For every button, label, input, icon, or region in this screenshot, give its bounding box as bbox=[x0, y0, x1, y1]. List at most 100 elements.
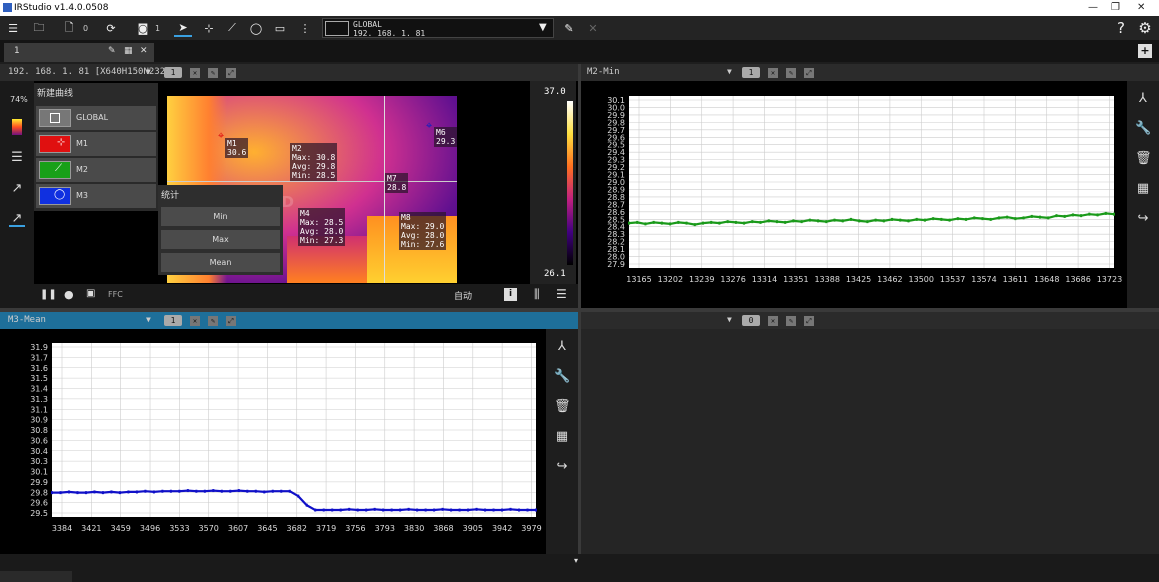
chart-icon[interactable]: ↗ bbox=[9, 181, 25, 197]
axis-icon[interactable]: ⅄ bbox=[554, 339, 570, 355]
pane-expand-icon[interactable]: ⤢ bbox=[226, 316, 236, 326]
pane-close-icon[interactable]: ✕ bbox=[768, 68, 778, 78]
tab-close-icon[interactable]: ✕ bbox=[140, 46, 148, 56]
record-icon[interactable]: ● bbox=[64, 288, 74, 301]
layer-label: M3 bbox=[76, 191, 88, 200]
x-tick-label: 3793 bbox=[375, 524, 395, 533]
thermal-view: 74% ☰ ↗ ↗ M1 30.6 M2 Max: 30.8 Avg: 29.8… bbox=[0, 81, 578, 308]
data-point bbox=[441, 507, 444, 511]
data-point bbox=[644, 222, 647, 226]
refresh-icon[interactable]: ⟳ bbox=[102, 19, 120, 37]
status-tab[interactable] bbox=[0, 571, 72, 582]
help-icon[interactable]: ? bbox=[1112, 19, 1130, 37]
data-point bbox=[940, 217, 943, 221]
calculator-icon[interactable]: ▦ bbox=[1135, 181, 1151, 197]
wrench-icon[interactable]: 🔧 bbox=[1135, 121, 1151, 137]
chart-m3-mean[interactable]: 31.9 31.7 31.6 31.5 31.4 31.3 31.1 30.9 30.8 30.6… bbox=[0, 329, 546, 554]
channel-pill[interactable]: 0 bbox=[742, 315, 760, 326]
open-folder-icon[interactable]: 🗀 bbox=[30, 19, 48, 37]
layer-m3[interactable]: ◯ M3 bbox=[36, 184, 156, 208]
pause-icon[interactable]: ❚❚ bbox=[40, 289, 57, 300]
settings-gear-icon[interactable]: ⚙ bbox=[1136, 19, 1154, 37]
ellipse-tool-icon[interactable]: ◯ bbox=[247, 19, 265, 37]
chevron-down-icon[interactable]: ▼ bbox=[727, 315, 732, 324]
layer-m1[interactable]: ⊹ M1 bbox=[36, 132, 156, 156]
info-icon[interactable]: i bbox=[504, 288, 517, 301]
layer-global[interactable]: GLOBAL bbox=[36, 106, 156, 130]
data-point bbox=[169, 489, 172, 493]
rows-icon[interactable]: ☰ bbox=[556, 287, 567, 301]
data-point bbox=[382, 508, 385, 512]
data-point bbox=[636, 220, 639, 224]
trend-chart-icon[interactable]: ↗ bbox=[9, 211, 25, 227]
chevron-down-icon[interactable]: ▼ bbox=[146, 315, 151, 324]
cursor-tool-icon[interactable]: ➤ bbox=[174, 19, 192, 37]
source-selector[interactable]: GLOBAL 192. 168. 1. 81 ▼ bbox=[322, 18, 554, 38]
pane-edit-icon[interactable]: ✎ bbox=[786, 316, 796, 326]
chevron-down-icon[interactable]: ▼ bbox=[727, 67, 732, 76]
pane-edit-icon[interactable]: ✎ bbox=[208, 68, 218, 78]
pane-edit-icon[interactable]: ✎ bbox=[208, 316, 218, 326]
wrench-icon[interactable]: 🔧 bbox=[554, 369, 570, 385]
marker-m1[interactable]: M1 30.6 bbox=[225, 138, 249, 158]
marker-m2[interactable]: M2 Max: 30.8 Avg: 29.8 Min: 28.5 bbox=[290, 143, 338, 181]
marker-m7[interactable]: M7 28.8 bbox=[385, 173, 409, 193]
chevron-down-icon[interactable]: ▾ bbox=[574, 556, 578, 565]
title-bar: IRStudio v1.4.0.0508 — ❐ ✕ bbox=[0, 0, 1159, 16]
ffc-button[interactable]: FFC bbox=[108, 290, 123, 299]
tab-1[interactable]: 1 ✎ ▦ ✕ bbox=[4, 43, 154, 62]
data-point bbox=[907, 219, 910, 223]
channel-pill[interactable]: 1 bbox=[164, 67, 182, 78]
channel-pill[interactable]: 1 bbox=[742, 67, 760, 78]
scale-min[interactable]: 26.1 bbox=[544, 269, 566, 279]
camera-icon[interactable]: ◙ bbox=[134, 19, 152, 37]
layer-m2[interactable]: ⟋ M2 bbox=[36, 158, 156, 182]
pane-close-icon[interactable]: ✕ bbox=[190, 68, 200, 78]
stat-min-button[interactable]: Min bbox=[161, 207, 280, 226]
minimize-button[interactable]: — bbox=[1088, 2, 1098, 13]
sliders-icon[interactable]: ☰ bbox=[9, 150, 25, 166]
palette-icon[interactable] bbox=[12, 119, 22, 135]
close-icon[interactable]: ✕ bbox=[584, 19, 602, 37]
tab-edit-icon[interactable]: ✎ bbox=[108, 46, 116, 56]
trash-icon[interactable]: 🗑 bbox=[1135, 151, 1152, 167]
scale-max[interactable]: 37.0 bbox=[544, 87, 566, 97]
point-tool-icon[interactable]: ⊹ bbox=[200, 19, 218, 37]
chevron-down-icon[interactable]: ▼ bbox=[146, 67, 151, 76]
pane-expand-icon[interactable]: ⤢ bbox=[804, 316, 814, 326]
pencil-icon[interactable]: ✎ bbox=[560, 19, 578, 37]
empty-pane[interactable] bbox=[581, 329, 1159, 554]
menu-icon[interactable]: ☰ bbox=[4, 19, 22, 37]
marker-m4[interactable]: M4 Max: 28.5 Avg: 28.0 Min: 27.3 bbox=[298, 208, 346, 246]
mode-label[interactable]: 自动 bbox=[454, 289, 472, 302]
y-tick-label: 30.4 bbox=[30, 447, 48, 456]
stat-max-button[interactable]: Max bbox=[161, 230, 280, 249]
axis-icon[interactable]: ⅄ bbox=[1135, 91, 1151, 107]
chart-m2-min[interactable]: 30.1 30.0 29.9 29.8 29.7 29.6 29.5 29.4 29.3 29.2… bbox=[581, 81, 1127, 308]
share-icon[interactable]: ↪ bbox=[1135, 211, 1151, 227]
rect-tool-icon[interactable]: ▭ bbox=[271, 19, 289, 37]
pane-expand-icon[interactable]: ⤢ bbox=[226, 68, 236, 78]
calculator-icon[interactable]: ▦ bbox=[554, 429, 570, 445]
marker-m8[interactable]: M8 Max: 29.0 Avg: 28.0 Min: 27.6 bbox=[399, 212, 447, 250]
trash-icon[interactable]: 🗑 bbox=[554, 399, 571, 415]
line-tool-icon[interactable]: ⟋ bbox=[223, 19, 241, 37]
share-icon[interactable]: ↪ bbox=[554, 459, 570, 475]
image-icon[interactable]: ▣ bbox=[86, 288, 95, 299]
marker-m6[interactable]: M6 29.3 bbox=[434, 127, 458, 147]
restore-button[interactable]: ❐ bbox=[1111, 2, 1120, 13]
channel-pill[interactable]: 1 bbox=[164, 315, 182, 326]
pane-close-icon[interactable]: ✕ bbox=[190, 316, 200, 326]
pane-expand-icon[interactable]: ⤢ bbox=[804, 68, 814, 78]
file-icon[interactable]: 🗋 bbox=[60, 19, 78, 37]
pane-edit-icon[interactable]: ✎ bbox=[786, 68, 796, 78]
pane-close-icon[interactable]: ✕ bbox=[768, 316, 778, 326]
close-window-button[interactable]: ✕ bbox=[1137, 2, 1145, 13]
data-point bbox=[135, 490, 138, 494]
add-tab-button[interactable]: + bbox=[1138, 44, 1152, 58]
more-icon[interactable]: ⋮ bbox=[296, 19, 314, 37]
columns-icon[interactable]: ⫼ bbox=[534, 287, 540, 302]
stat-mean-button[interactable]: Mean bbox=[161, 253, 280, 272]
tab-grid-icon[interactable]: ▦ bbox=[124, 46, 133, 56]
horizontal-splitter[interactable] bbox=[0, 308, 1159, 312]
